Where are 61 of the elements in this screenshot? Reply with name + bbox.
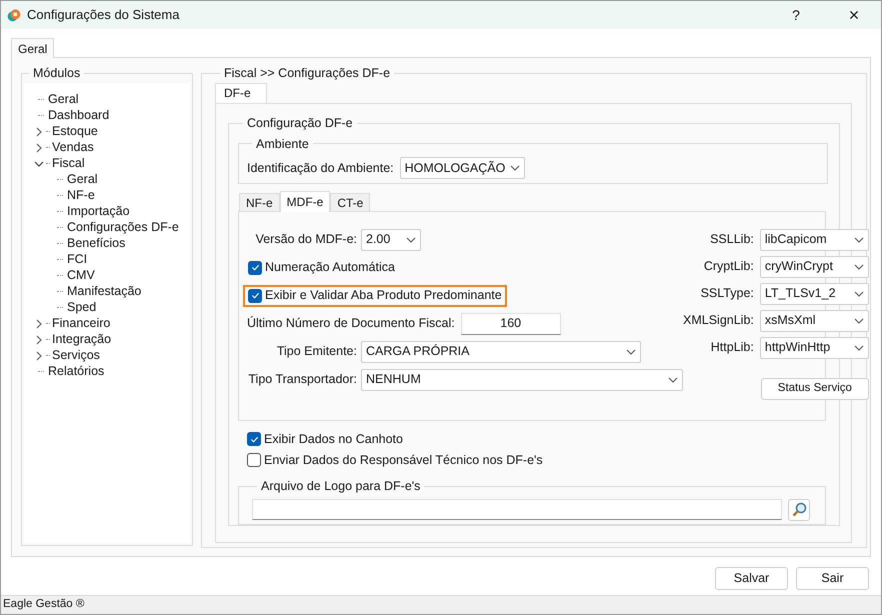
dropdown[interactable]: cryWinCrypt <box>760 256 869 278</box>
group-title: Configuração DF-e <box>246 114 354 132</box>
tab[interactable]: NF-e <box>239 192 280 211</box>
chevron-icon <box>668 374 678 385</box>
dialog-button[interactable]: Salvar <box>715 567 788 590</box>
dropdown[interactable]: httpWinHttp <box>760 336 869 359</box>
group-title: Ambiente <box>255 136 310 152</box>
dropdown[interactable]: 2.00 <box>361 228 421 251</box>
chevron-icon <box>510 163 520 173</box>
field-label: XMLSignLib: <box>683 312 755 330</box>
field-label: SSLType: <box>700 285 755 302</box>
app-logo-icon <box>7 8 21 22</box>
field-label: Tipo Emitente: <box>276 343 358 360</box>
tab[interactable]: DF-e <box>215 82 267 103</box>
checkbox-label: Enviar Dados do Responsável Técnico nos DF-e's <box>264 452 543 470</box>
chevron-icon <box>854 288 864 299</box>
checkbox[interactable] <box>248 260 262 275</box>
dropdown[interactable]: NENHUM <box>361 368 683 391</box>
field-label: CryptLib: <box>704 258 755 276</box>
check-icon <box>250 291 260 300</box>
chevron-icon <box>626 346 636 357</box>
field-label: SSLLib: <box>710 231 755 248</box>
checkbox-label: Exibir Dados no Canhoto <box>264 431 403 448</box>
field-label: Versão do MDF-e: <box>254 231 358 248</box>
file-path-field[interactable] <box>252 499 782 520</box>
chevron-icon <box>854 316 864 326</box>
checkbox-label: Exibir e Validar Aba Produto Predominante <box>265 287 502 304</box>
dropdown[interactable]: HOMOLOGAÇÃO <box>400 157 525 179</box>
tab[interactable]: Geral <box>11 38 54 58</box>
field-label: HttpLib: <box>710 339 755 356</box>
check-icon <box>250 263 260 272</box>
chevron-icon <box>406 234 416 245</box>
dropdown[interactable]: CARGA PRÓPRIA <box>361 340 641 363</box>
tab[interactable]: MDF-e <box>280 190 330 212</box>
text-field[interactable]: 160 <box>460 312 561 335</box>
search-button[interactable] <box>788 498 810 521</box>
chevron-icon <box>854 342 864 353</box>
group-title: Fiscal >> Configurações DF-e <box>223 65 392 82</box>
group-title: Arquivo de Logo para DF-e's <box>260 478 422 496</box>
dropdown[interactable]: xsMsXml <box>760 310 869 332</box>
help-button[interactable]: ? <box>773 1 819 29</box>
dialog-button[interactable]: Sair <box>796 567 869 590</box>
group-title: Módulos <box>32 65 82 82</box>
window-title: Configurações do Sistema <box>27 6 180 24</box>
check-icon <box>250 434 258 444</box>
checkbox[interactable] <box>247 432 261 446</box>
status-text: Eagle Gestão ® <box>3 597 84 612</box>
chevron-icon <box>854 262 864 272</box>
status-service-button[interactable]: Status Serviço <box>760 378 869 400</box>
field-label: Identificação do Ambiente: <box>247 160 394 177</box>
field-label: Tipo Transportador: <box>247 371 358 388</box>
dropdown[interactable]: libCapicom <box>760 228 869 251</box>
checkbox[interactable] <box>248 288 262 303</box>
chevron-icon <box>854 234 864 245</box>
checkbox-label: Numeração Automática <box>265 259 395 276</box>
search-icon <box>792 502 806 518</box>
dropdown[interactable]: LT_TLSv1_2 <box>760 282 869 305</box>
close-button[interactable]: × <box>831 1 877 29</box>
checkbox[interactable] <box>247 453 261 468</box>
field-label: Último Número de Documento Fiscal: <box>247 315 456 332</box>
tab[interactable]: CT-e <box>330 192 370 211</box>
